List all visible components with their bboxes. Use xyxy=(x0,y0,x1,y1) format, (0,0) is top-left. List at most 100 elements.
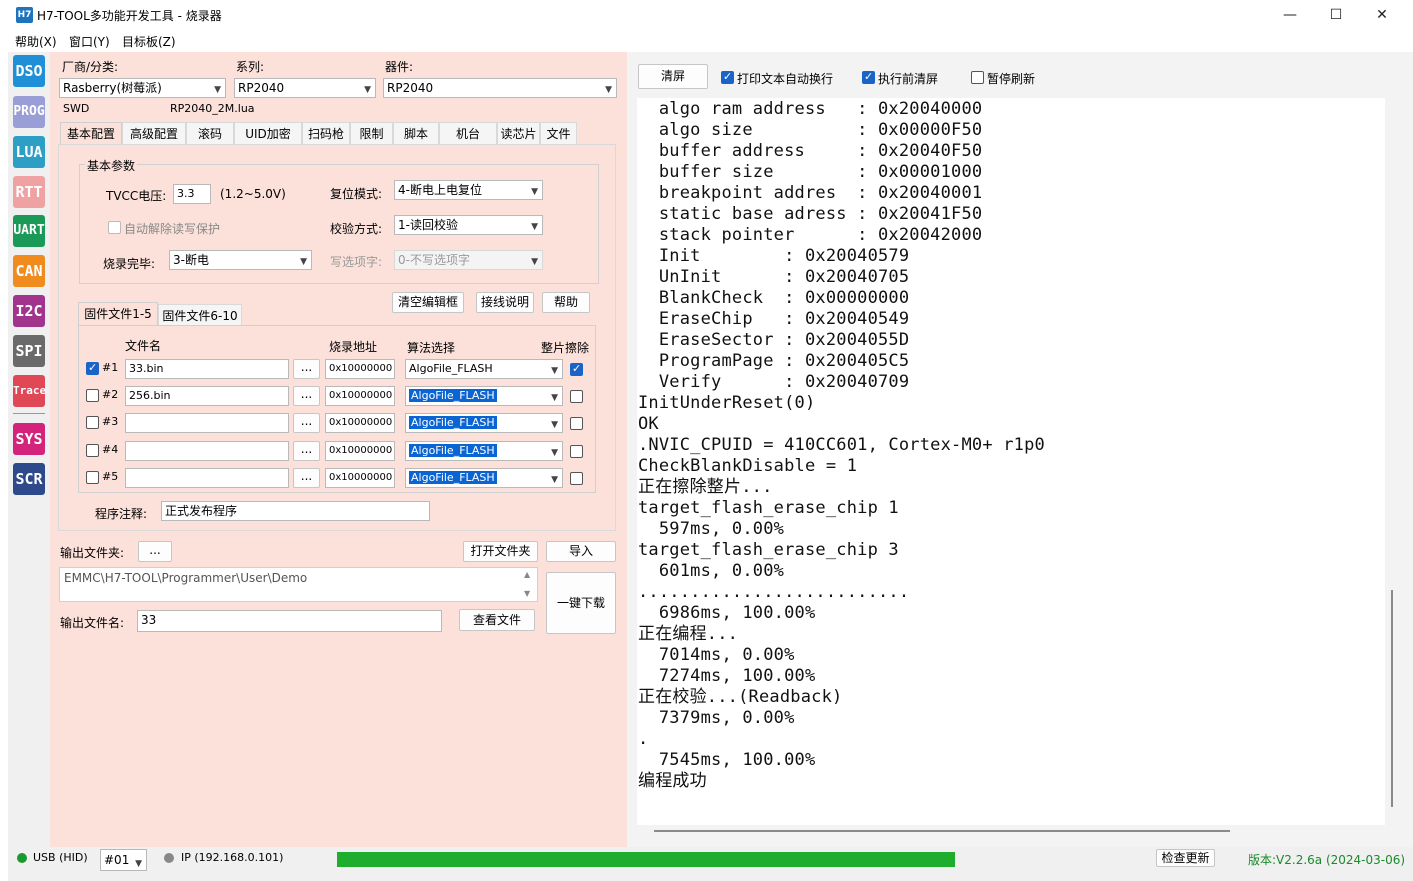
firmware-file-input[interactable]: 256.bin xyxy=(125,386,289,406)
firmware-file-input[interactable]: 33.bin xyxy=(125,359,289,379)
tool-lua-button[interactable]: LUA xyxy=(13,136,45,168)
tool-sys-button[interactable]: SYS xyxy=(13,423,45,455)
console-line: BlankCheck : 0x00000000 xyxy=(638,288,910,308)
reset-value: 4-断电上电复位 xyxy=(398,183,482,197)
check-update-button[interactable]: 检查更新 xyxy=(1156,849,1215,867)
tool-trace-button[interactable]: Trace xyxy=(13,375,46,407)
wiring-button[interactable]: 接线说明 xyxy=(476,292,534,313)
console-output[interactable]: algo ram address : 0x20040000 algo size … xyxy=(637,98,1385,825)
firmware-enable-checkbox[interactable] xyxy=(86,389,99,402)
scroll-down-icon[interactable]: ▼ xyxy=(524,589,530,598)
firmware-address-input[interactable]: 0x10000000 xyxy=(325,468,395,488)
firmware-algo-select[interactable]: AlgoFile_FLASH ▼ xyxy=(405,468,563,488)
tab-0[interactable]: 基本配置 xyxy=(60,122,122,146)
chip-erase-checkbox[interactable] xyxy=(570,445,583,458)
firmware-enable-checkbox[interactable] xyxy=(86,471,99,484)
firmware-algo-select[interactable]: AlgoFile_FLASH ▼ xyxy=(405,413,563,433)
reset-select[interactable]: 4-断电上电复位 ▼ xyxy=(394,180,543,200)
firmware-browse-button[interactable]: ... xyxy=(293,441,320,461)
menu-target[interactable]: 目标板(Z) xyxy=(122,33,176,50)
wrap-checkbox[interactable] xyxy=(721,70,734,84)
tool-spi-button[interactable]: SPI xyxy=(13,335,45,367)
chip-erase-checkbox[interactable] xyxy=(570,472,583,485)
console-line: 6986ms, 100.00% xyxy=(638,603,816,623)
firmware-enable-checkbox[interactable] xyxy=(86,444,99,457)
tab-3[interactable]: UID加密 xyxy=(234,122,302,145)
tab-7[interactable]: 机台 xyxy=(439,122,497,145)
console-vertical-scrollbar[interactable] xyxy=(1391,590,1393,807)
firmware-address-input[interactable]: 0x10000000 xyxy=(325,386,395,406)
tool-dso-button[interactable]: DSO xyxy=(13,55,45,87)
tool-scr-button[interactable]: SCR xyxy=(13,463,45,495)
chip-erase-checkbox[interactable] xyxy=(570,417,583,430)
firmware-browse-button[interactable]: ... xyxy=(293,359,320,379)
chip-value: RP2040 xyxy=(387,81,434,95)
tab-8[interactable]: 读芯片 xyxy=(497,122,540,145)
close-button[interactable]: ✕ xyxy=(1359,0,1405,30)
firmware-address-input[interactable]: 0x10000000 xyxy=(325,359,395,379)
clear-editor-button[interactable]: 清空编辑框 xyxy=(392,292,464,313)
output-folder-box[interactable]: EMMC\H7-TOOL\Programmer\User\Demo ▲ ▼ xyxy=(59,567,538,602)
chip-select[interactable]: RP2040 ▼ xyxy=(383,78,617,98)
output-folder-browse-button[interactable]: ... xyxy=(138,541,172,562)
tool-prog-button[interactable]: PROG xyxy=(13,96,45,128)
firmware-file-input[interactable] xyxy=(125,441,289,461)
auto-unprotect-checkbox[interactable] xyxy=(108,221,121,234)
console-horizontal-scrollbar[interactable] xyxy=(654,830,1230,832)
firmware-algo-select[interactable]: AlgoFile_FLASH ▼ xyxy=(405,359,563,379)
firmware-file-input[interactable] xyxy=(125,413,289,433)
console-line: CheckBlankDisable = 1 xyxy=(638,456,858,476)
vendor-select[interactable]: Rasberry(树莓派) ▼ xyxy=(59,78,226,98)
finish-select[interactable]: 3-断电 ▼ xyxy=(169,250,312,270)
firmware-browse-button[interactable]: ... xyxy=(293,413,320,433)
option-select[interactable]: 0-不写选项字 ▼ xyxy=(394,250,543,270)
firmware-browse-button[interactable]: ... xyxy=(293,468,320,488)
minimize-button[interactable]: — xyxy=(1267,0,1313,30)
help-button[interactable]: 帮助 xyxy=(542,292,590,313)
chevron-down-icon: ▼ xyxy=(551,393,558,403)
firmware-enable-checkbox[interactable] xyxy=(86,416,99,429)
tab-5[interactable]: 限制 xyxy=(350,122,393,145)
chip-erase-checkbox[interactable] xyxy=(570,362,583,376)
progress-bar xyxy=(337,852,955,867)
chevron-down-icon: ▼ xyxy=(551,475,558,485)
firmware-algo-select[interactable]: AlgoFile_FLASH ▼ xyxy=(405,386,563,406)
firmware-file-input[interactable] xyxy=(125,468,289,488)
firmware-address-input[interactable]: 0x10000000 xyxy=(325,413,395,433)
view-file-button[interactable]: 查看文件 xyxy=(459,609,535,631)
firmware-algo-select[interactable]: AlgoFile_FLASH ▼ xyxy=(405,441,563,461)
menu-window[interactable]: 窗口(Y) xyxy=(69,33,110,50)
scroll-up-icon[interactable]: ▲ xyxy=(524,570,530,579)
tool-uart-button[interactable]: UART xyxy=(13,215,45,247)
menu-help[interactable]: 帮助(X) xyxy=(15,33,57,50)
maximize-button[interactable]: ☐ xyxy=(1313,0,1359,30)
tool-can-button[interactable]: CAN xyxy=(13,255,45,287)
tab-1[interactable]: 高级配置 xyxy=(122,122,186,145)
pause-checkbox[interactable] xyxy=(971,71,984,84)
firmware-browse-button[interactable]: ... xyxy=(293,386,320,406)
tvcc-input[interactable]: 3.3 xyxy=(173,184,211,204)
tab-firmware-1-5[interactable]: 固件文件1-5 xyxy=(78,302,158,326)
import-button[interactable]: 导入 xyxy=(546,541,616,562)
tab-6[interactable]: 脚本 xyxy=(393,122,439,145)
tab-9[interactable]: 文件 xyxy=(540,122,577,145)
series-select[interactable]: RP2040 ▼ xyxy=(234,78,376,98)
device-id-select[interactable]: #01 ▼ xyxy=(100,849,147,871)
open-folder-button[interactable]: 打开文件夹 xyxy=(463,541,538,562)
firmware-enable-checkbox[interactable] xyxy=(86,361,99,375)
output-file-input[interactable]: 33 xyxy=(137,610,442,632)
tab-firmware-6-10[interactable]: 固件文件6-10 xyxy=(158,304,242,326)
clear-screen-button[interactable]: 清屏 xyxy=(638,64,708,89)
chip-erase-checkbox[interactable] xyxy=(570,390,583,403)
one-click-download-button[interactable]: 一键下载 xyxy=(546,572,616,634)
tool-rtt-button[interactable]: RTT xyxy=(13,176,45,208)
console-line: static base adress : 0x20041F50 xyxy=(638,204,983,224)
firmware-address-input[interactable]: 0x10000000 xyxy=(325,441,395,461)
tool-i2c-button[interactable]: I2C xyxy=(13,295,45,327)
note-input[interactable]: 正式发布程序 xyxy=(161,501,430,521)
verify-select[interactable]: 1-读回校验 ▼ xyxy=(394,215,543,235)
clear-before-checkbox[interactable] xyxy=(862,70,875,84)
console-line: Init : 0x20040579 xyxy=(638,246,910,266)
tab-2[interactable]: 滚码 xyxy=(186,122,234,145)
tab-4[interactable]: 扫码枪 xyxy=(302,122,350,145)
